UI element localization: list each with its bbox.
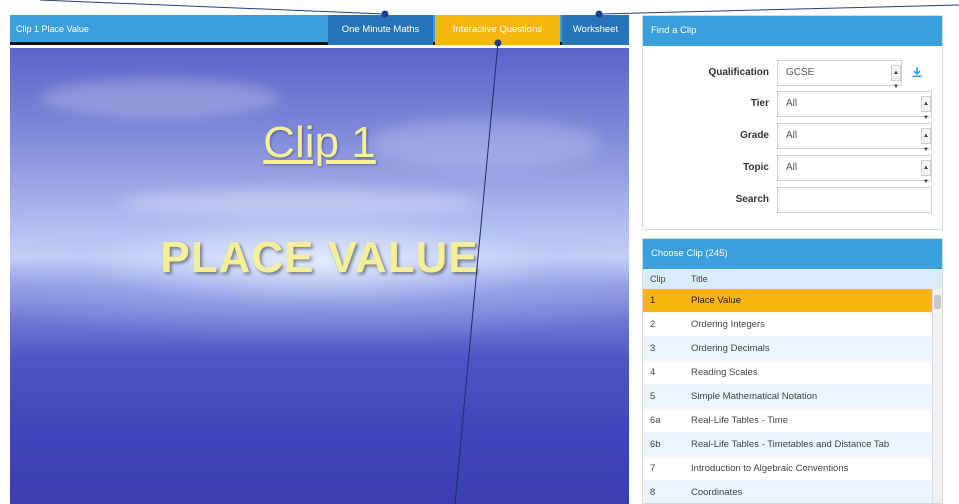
tier-value: All <box>786 98 798 109</box>
sky-decoration <box>40 78 280 118</box>
clip-number: 6a <box>650 415 661 426</box>
search-row: Search <box>643 187 944 213</box>
clip-title-cell: Real-Life Tables - Timetables and Distan… <box>691 439 890 450</box>
list-item[interactable]: 3 Ordering Decimals <box>643 337 933 361</box>
qualification-row: Qualification GCSE ▲ ▼ <box>643 60 944 90</box>
clip-number: 8 <box>650 487 656 498</box>
tab-worksheet[interactable]: Worksheet <box>562 15 629 45</box>
viewer-toolbar: Clip 1 Place Value One Minute Maths Inte… <box>10 15 629 45</box>
tab-one-minute-maths[interactable]: One Minute Maths <box>328 15 433 45</box>
clip-title-cell: Ordering Decimals <box>691 343 770 354</box>
annotation-line <box>39 0 386 15</box>
choose-clip-header: Choose Clip (245) <box>643 239 942 269</box>
list-item[interactable]: 5 Simple Mathematical Notation <box>643 385 933 409</box>
list-item[interactable]: 7 Introduction to Algebraic Conventions <box>643 457 933 481</box>
column-title: Title <box>691 274 708 284</box>
list-item[interactable]: 4 Reading Scales <box>643 361 933 385</box>
clip-list-scrollbar[interactable] <box>932 289 942 503</box>
clip-list-header: Clip Title <box>643 269 942 289</box>
topic-label: Topic <box>743 162 769 173</box>
annotation-line <box>598 4 959 15</box>
clip-viewer: Clip 1 Place Value One Minute Maths Inte… <box>10 15 629 504</box>
video-slide[interactable]: Clip 1 PLACE VALUE <box>10 48 629 504</box>
clip-title-cell: Introduction to Algebraic Conventions <box>691 463 849 474</box>
clip-number: 3 <box>650 343 656 354</box>
list-item[interactable]: 8 Coordinates <box>643 481 933 503</box>
dropdown-arrow-icon: ▲ ▼ <box>891 65 901 90</box>
grade-value: All <box>786 130 798 141</box>
clip-title-cell: Coordinates <box>691 487 743 498</box>
tier-select[interactable]: All ▲ ▼ <box>777 91 932 121</box>
topic-row: Topic All ▲ ▼ <box>643 155 944 185</box>
clip-title: Clip 1 Place Value <box>16 24 89 34</box>
column-clip: Clip <box>650 274 666 284</box>
clip-number: 2 <box>650 319 656 330</box>
tier-label: Tier <box>750 98 769 109</box>
scrollbar-thumb[interactable] <box>934 295 941 309</box>
clip-title-cell: Reading Scales <box>691 367 758 378</box>
choose-clip-panel: Choose Clip (245) Clip Title 1 Place Val… <box>642 238 943 504</box>
clip-title-cell: Ordering Integers <box>691 319 765 330</box>
qualification-value: GCSE <box>786 67 815 78</box>
topic-value: All <box>786 162 798 173</box>
topic-select[interactable]: All ▲ ▼ <box>777 155 932 185</box>
qualification-select[interactable]: GCSE ▲ ▼ <box>777 60 902 90</box>
find-clip-panel: Find a Clip Qualification GCSE ▲ ▼ Tier A… <box>642 15 943 230</box>
qualification-label: Qualification <box>708 67 769 78</box>
grade-label: Grade <box>740 130 769 141</box>
tier-row: Tier All ▲ ▼ <box>643 91 944 121</box>
search-input[interactable] <box>777 187 932 213</box>
find-clip-header: Find a Clip <box>643 16 942 46</box>
search-label: Search <box>735 194 769 205</box>
clip-number: 5 <box>650 391 656 402</box>
clip-title-cell: Real-Life Tables - Time <box>691 415 788 426</box>
dropdown-arrow-icon: ▲ ▼ <box>921 96 931 121</box>
slide-heading: Clip 1 <box>263 118 376 167</box>
clip-number: 4 <box>650 367 656 378</box>
clip-number: 6b <box>650 439 661 450</box>
clip-number: 1 <box>650 295 656 306</box>
clip-number: 7 <box>650 463 656 474</box>
clip-title-cell: Place Value <box>691 295 741 306</box>
slide-subject: PLACE VALUE <box>160 233 479 282</box>
clip-title-cell: Simple Mathematical Notation <box>691 391 818 402</box>
dropdown-arrow-icon: ▲ ▼ <box>921 160 931 185</box>
list-item[interactable]: 2 Ordering Integers <box>643 313 933 337</box>
tab-interactive-questions[interactable]: Interactive Questions <box>435 15 560 45</box>
list-item[interactable]: 1 Place Value <box>643 289 933 313</box>
grade-row: Grade All ▲ ▼ <box>643 123 944 153</box>
clip-list: 1 Place Value 2 Ordering Integers 3 Orde… <box>643 289 933 503</box>
dropdown-arrow-icon: ▲ ▼ <box>921 128 931 153</box>
list-item[interactable]: 6a Real-Life Tables - Time <box>643 409 933 433</box>
list-item[interactable]: 6b Real-Life Tables - Timetables and Dis… <box>643 433 933 457</box>
sky-decoration <box>120 188 480 218</box>
grade-select[interactable]: All ▲ ▼ <box>777 123 932 153</box>
download-icon[interactable] <box>911 66 923 78</box>
